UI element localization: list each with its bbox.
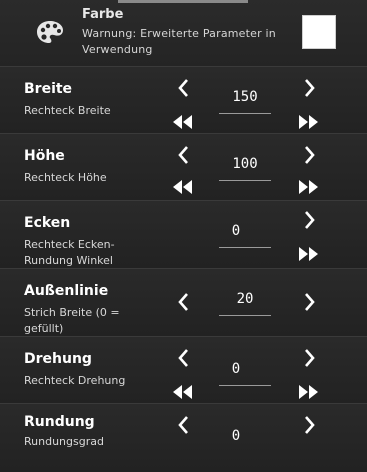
rounding-decrement-button[interactable]: [172, 414, 196, 436]
height-row: Höhe Rechteck Höhe 100: [0, 133, 367, 202]
width-description: Rechteck Breite: [24, 104, 111, 117]
chevron-left-icon: [178, 416, 188, 434]
rotation-value: 0: [231, 361, 241, 377]
rotation-description: Rechteck Drehung: [24, 374, 126, 387]
chevron-left-icon: [178, 349, 188, 367]
width-fast-increment-button[interactable]: [297, 111, 321, 133]
rotation-fast-decrement-button[interactable]: [170, 381, 194, 403]
width-value: 150: [232, 89, 258, 105]
rotation-row: Drehung Rechteck Drehung 0: [0, 336, 367, 405]
rotation-increment-button[interactable]: [297, 347, 321, 369]
corners-fast-increment-button[interactable]: [297, 243, 321, 265]
rounding-row: Rundung Rundungsgrad 0: [0, 403, 367, 472]
outline-label: Außenlinie: [24, 283, 109, 299]
width-decrement-button[interactable]: [172, 77, 196, 99]
corners-value-field[interactable]: 0: [219, 221, 271, 248]
corners-row: Ecken Rechteck Ecken-Rundung Winkel 0: [0, 200, 367, 269]
double-chevron-right-icon: [299, 115, 318, 129]
width-increment-button[interactable]: [297, 77, 321, 99]
scroll-indicator: [118, 0, 248, 3]
outline-value: 20: [236, 291, 254, 307]
chevron-right-icon: [305, 79, 315, 97]
chevron-right-icon: [305, 293, 315, 311]
chevron-left-icon: [178, 79, 188, 97]
rounding-value-field[interactable]: 0: [219, 426, 271, 452]
rotation-value-field[interactable]: 0: [219, 359, 271, 386]
chevron-right-icon: [305, 349, 315, 367]
outline-value-field[interactable]: 20: [219, 289, 271, 316]
corners-label: Ecken: [24, 215, 71, 231]
rounding-label: Rundung: [24, 414, 95, 430]
color-swatch[interactable]: [302, 15, 336, 49]
rotation-label: Drehung: [24, 351, 92, 367]
double-chevron-left-icon: [173, 115, 192, 129]
double-chevron-right-icon: [299, 247, 318, 261]
rotation-fast-increment-button[interactable]: [297, 381, 321, 403]
palette-icon: [36, 20, 64, 44]
height-label: Höhe: [24, 148, 65, 164]
double-chevron-right-icon: [299, 385, 318, 399]
color-title: Farbe: [82, 7, 124, 22]
double-chevron-left-icon: [173, 385, 192, 399]
outline-decrement-button[interactable]: [172, 291, 196, 313]
height-value-field[interactable]: 100: [219, 154, 271, 181]
rounding-value: 0: [231, 428, 241, 444]
height-fast-increment-button[interactable]: [297, 176, 321, 198]
chevron-left-icon: [178, 146, 188, 164]
width-label: Breite: [24, 81, 73, 97]
corners-value: 0: [231, 223, 241, 239]
chevron-right-icon: [305, 416, 315, 434]
corners-increment-button[interactable]: [297, 209, 321, 231]
corners-description: Rechteck Ecken-Rundung Winkel: [24, 238, 115, 267]
chevron-right-icon: [305, 211, 315, 229]
rounding-description: Rundungsgrad: [24, 435, 104, 448]
width-fast-decrement-button[interactable]: [170, 111, 194, 133]
outline-increment-button[interactable]: [297, 291, 321, 313]
height-increment-button[interactable]: [297, 144, 321, 166]
advanced-parameters-warning: Warnung: Erweiterte Parameter in Verwend…: [82, 27, 276, 56]
height-fast-decrement-button[interactable]: [170, 176, 194, 198]
rounding-increment-button[interactable]: [297, 414, 321, 436]
color-setting-row[interactable]: Farbe Warnung: Erweiterte Parameter in V…: [0, 0, 367, 68]
height-decrement-button[interactable]: [172, 144, 196, 166]
chevron-right-icon: [305, 146, 315, 164]
height-description: Rechteck Höhe: [24, 171, 107, 184]
chevron-left-icon: [178, 293, 188, 311]
width-value-field[interactable]: 150: [219, 87, 271, 114]
width-row: Breite Rechteck Breite 150: [0, 66, 367, 135]
outline-description: Strich Breite (0 = gefüllt): [24, 306, 120, 335]
double-chevron-right-icon: [299, 180, 318, 194]
height-value: 100: [232, 156, 258, 172]
outline-row: Außenlinie Strich Breite (0 = gefüllt) 2…: [0, 268, 367, 337]
double-chevron-left-icon: [173, 180, 192, 194]
rotation-decrement-button[interactable]: [172, 347, 196, 369]
